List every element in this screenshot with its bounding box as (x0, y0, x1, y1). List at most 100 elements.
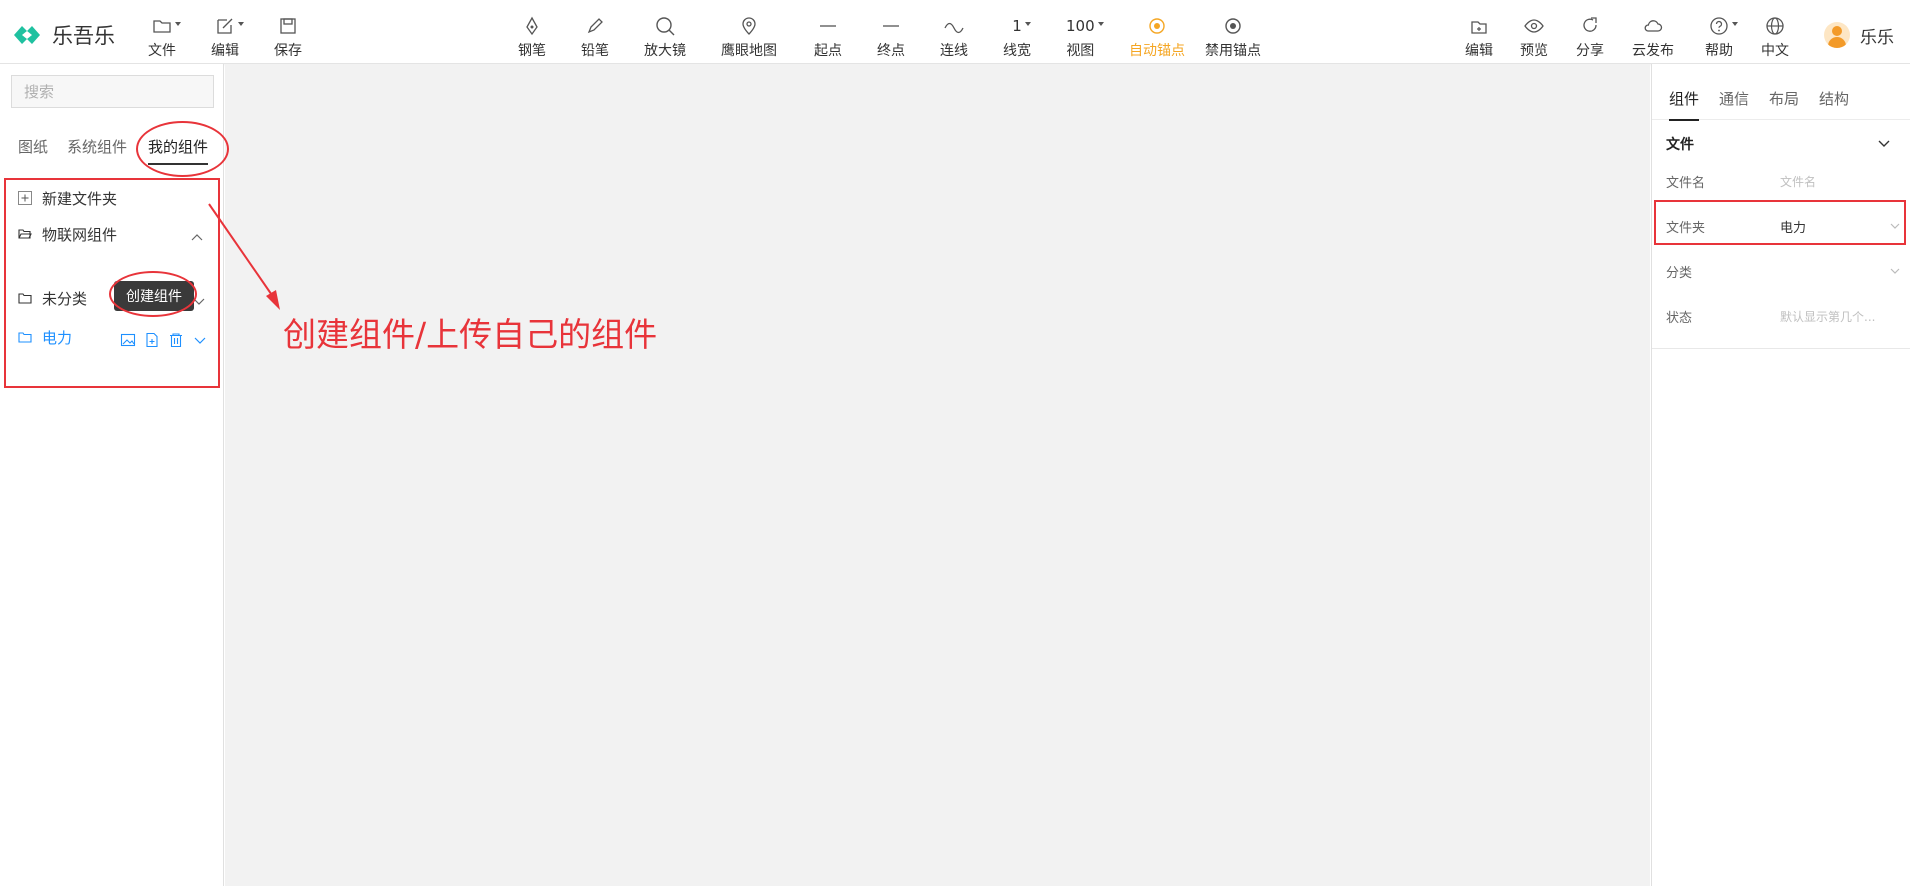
edit-menu-button[interactable]: 编辑 (211, 14, 244, 60)
save-label: 保存 (274, 43, 302, 59)
new-file-icon[interactable] (144, 332, 160, 348)
left-panel-tabs: 图纸 系统组件 我的组件 (0, 136, 224, 166)
tab-communication[interactable]: 通信 (1719, 88, 1749, 109)
map-pin-icon (742, 17, 756, 35)
folder-iot-label: 物联网组件 (42, 225, 118, 244)
category-field: 分类 (1666, 259, 1901, 283)
disable-anchor-label: 禁用锚点 (1205, 43, 1261, 59)
folder-iot-components[interactable]: 物联网组件 (18, 223, 117, 245)
line-end-icon (883, 25, 899, 27)
folder-icon (18, 293, 32, 304)
line-end-label: 终点 (877, 43, 905, 59)
new-folder-button[interactable]: 新建文件夹 (18, 187, 117, 209)
category-label: 分类 (1666, 265, 1693, 281)
status-input[interactable]: 默认显示第几个... (1780, 308, 1901, 325)
cloud-icon (1644, 20, 1663, 32)
eagle-eye-map-button[interactable]: 鹰眼地图 (721, 14, 777, 60)
delete-icon[interactable] (168, 332, 184, 348)
tab-my-components[interactable]: 我的组件 (148, 136, 209, 165)
anchor-disabled-icon (1225, 18, 1241, 34)
file-section-title[interactable]: 文件 (1666, 134, 1694, 154)
chevron-down-icon[interactable] (1889, 265, 1901, 277)
folder-icon (18, 332, 32, 343)
chevron-up-icon[interactable] (190, 231, 204, 245)
help-menu-button[interactable]: 帮助 (1705, 14, 1738, 60)
folder-select[interactable]: 电力 (1780, 217, 1889, 236)
chevron-down-icon[interactable] (192, 332, 208, 348)
folder-uncategorized[interactable]: 未分类 (18, 287, 87, 309)
tab-drawings[interactable]: 图纸 (18, 136, 48, 157)
folder-label: 文件夹 (1666, 220, 1706, 236)
edit-mode-button[interactable]: 编辑 (1465, 14, 1493, 60)
filename-input[interactable]: 文件名 (1780, 173, 1901, 190)
auto-anchor-button[interactable]: 自动锚点 (1129, 14, 1185, 60)
eagle-eye-map-label: 鹰眼地图 (721, 43, 777, 59)
disable-anchor-button[interactable]: 禁用锚点 (1205, 14, 1261, 60)
view-zoom-button[interactable]: 100 视图 (1066, 14, 1104, 60)
folder-field: 文件夹 电力 (1666, 214, 1901, 238)
pen-tool-button[interactable]: 钢笔 (518, 14, 546, 60)
logo-icon (14, 26, 40, 44)
line-width-value: 1 (1012, 17, 1022, 35)
right-panel: 组件 通信 布局 结构 文件 文件名 文件名 文件夹 电力 分类 状态 默认显示… (1651, 64, 1910, 886)
curve-icon (944, 22, 964, 34)
status-label: 状态 (1666, 310, 1693, 326)
folder-icon (153, 20, 171, 33)
line-start-label: 起点 (814, 43, 842, 59)
user-menu[interactable]: 乐乐 (1824, 22, 1894, 48)
line-width-label: 线宽 (1003, 43, 1031, 59)
chevron-down-icon[interactable] (1877, 136, 1891, 150)
line-width-button[interactable]: 1 线宽 (1003, 14, 1031, 60)
language-button[interactable]: 中文 (1761, 14, 1789, 60)
magnifier-icon (656, 17, 675, 36)
editor-canvas[interactable] (225, 64, 1650, 886)
section-divider (1652, 348, 1910, 349)
connect-line-button[interactable]: 连线 (940, 14, 968, 60)
chevron-down-icon[interactable] (1889, 220, 1901, 232)
tab-system-components[interactable]: 系统组件 (67, 136, 127, 157)
pencil-tool-button[interactable]: 铅笔 (581, 14, 609, 60)
folder-power[interactable]: 电力 (18, 326, 72, 348)
save-button[interactable]: 保存 (274, 14, 302, 60)
tab-structure[interactable]: 结构 (1819, 88, 1849, 109)
auto-anchor-label: 自动锚点 (1129, 43, 1185, 59)
share-button[interactable]: 分享 (1576, 14, 1604, 60)
tab-layout[interactable]: 布局 (1769, 88, 1799, 109)
user-name: 乐乐 (1860, 27, 1894, 48)
folder-uncategorized-label: 未分类 (42, 289, 88, 308)
view-zoom-value: 100 (1066, 17, 1095, 35)
line-end-button[interactable]: 终点 (877, 14, 905, 60)
avatar (1824, 22, 1850, 48)
preview-button[interactable]: 预览 (1520, 14, 1548, 60)
line-start-button[interactable]: 起点 (814, 14, 842, 60)
cloud-publish-label: 云发布 (1632, 43, 1674, 59)
folder-open-icon (18, 229, 32, 239)
anchor-auto-icon (1149, 18, 1165, 34)
edit-mode-icon (1471, 21, 1487, 34)
plus-box-icon (18, 191, 32, 205)
status-field: 状态 默认显示第几个... (1666, 304, 1901, 328)
right-panel-tabs: 组件 通信 布局 结构 (1652, 64, 1910, 121)
app-name: 乐吾乐 (52, 24, 115, 48)
cloud-publish-button[interactable]: 云发布 (1632, 14, 1674, 60)
connect-line-label: 连线 (940, 43, 968, 59)
filename-field: 文件名 文件名 (1666, 169, 1901, 193)
top-toolbar: 乐吾乐 文件 编辑 保存 钢笔 铅笔 放大镜 鹰眼地图 起点 终点 连线 1 线… (0, 0, 1910, 64)
image-upload-icon[interactable] (120, 332, 136, 348)
app-logo[interactable]: 乐吾乐 (10, 20, 115, 50)
create-component-tooltip[interactable]: 创建组件 (114, 281, 194, 311)
preview-label: 预览 (1520, 43, 1548, 59)
chevron-down-icon[interactable] (192, 294, 206, 308)
search-input[interactable] (11, 75, 214, 108)
annotation-text: 创建组件/上传自己的组件 (283, 315, 658, 354)
tab-component[interactable]: 组件 (1669, 88, 1700, 121)
line-start-icon (820, 25, 836, 27)
filename-label: 文件名 (1666, 175, 1706, 191)
pen-tool-label: 钢笔 (518, 43, 546, 59)
magnifier-tool-button[interactable]: 放大镜 (644, 14, 686, 60)
edit-icon (217, 18, 233, 34)
edit-mode-label: 编辑 (1465, 43, 1493, 59)
file-menu-button[interactable]: 文件 (148, 14, 181, 60)
magnifier-tool-label: 放大镜 (644, 43, 686, 59)
folder-power-label: 电力 (42, 328, 73, 347)
